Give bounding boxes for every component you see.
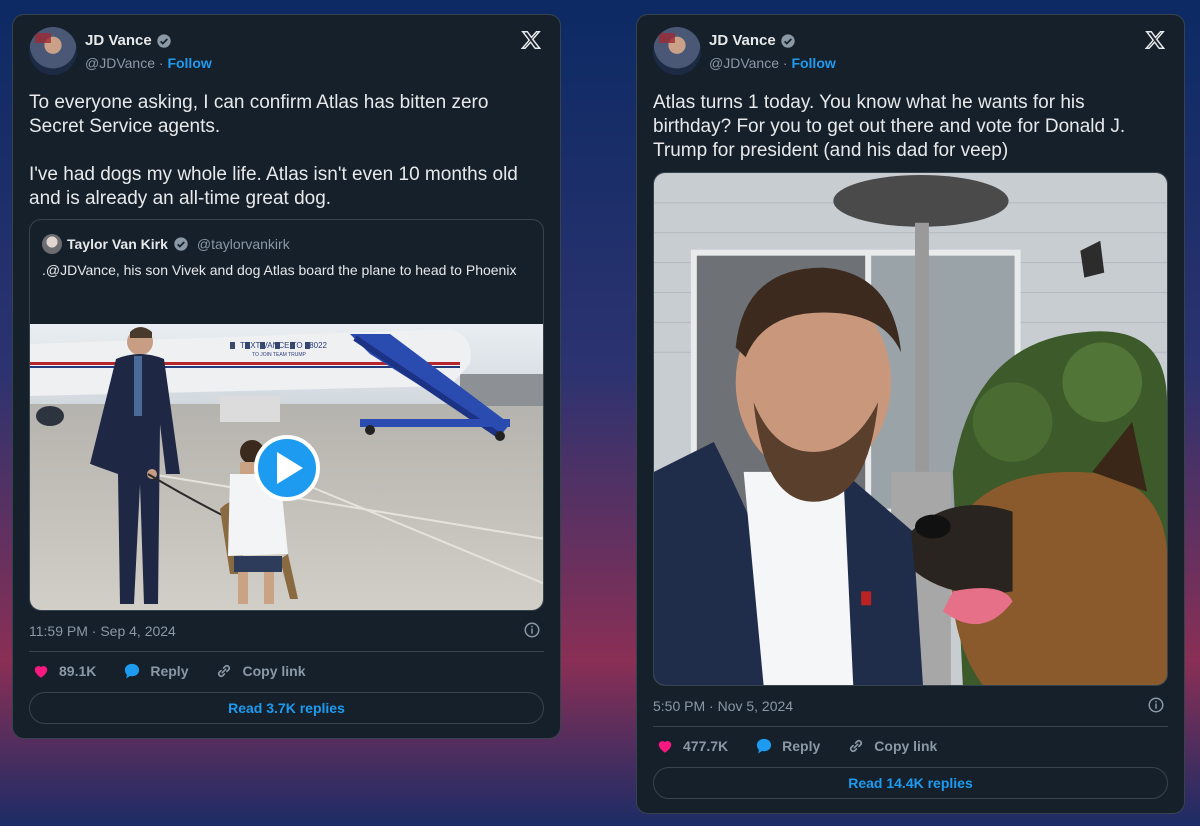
video-thumbnail[interactable]: TEXT VANCE TO 88022 TO JOIN TEAM TRUMP — [30, 324, 544, 611]
verified-badge-icon — [174, 237, 188, 251]
author-name[interactable]: JD Vance — [709, 32, 776, 49]
follow-button[interactable]: Follow — [167, 55, 211, 71]
timestamp[interactable]: 5:50 PM · Nov 5, 2024 — [653, 698, 793, 714]
tweet-card: JD Vance @JDVance · Follow Atlas turns 1… — [636, 14, 1185, 814]
reply-label: Reply — [782, 738, 821, 754]
plane-subtext: TO JOIN TEAM TRUMP — [252, 352, 307, 358]
author-name[interactable]: JD Vance — [85, 32, 152, 49]
x-logo-icon[interactable] — [1144, 29, 1166, 51]
info-icon[interactable] — [1147, 696, 1165, 714]
link-icon — [850, 739, 863, 753]
avatar[interactable] — [29, 27, 77, 75]
reply-label: Reply — [150, 663, 189, 679]
like-button[interactable]: 477.7K — [655, 736, 728, 756]
follow-button[interactable]: Follow — [791, 55, 835, 71]
tweet-photo[interactable] — [653, 172, 1168, 686]
tweet-text: To everyone asking, I can confirm Atlas … — [29, 91, 544, 235]
reply-button[interactable]: Reply — [754, 736, 820, 756]
quoted-tweet-text: .@JDVance, his son Vivek and dog Atlas b… — [42, 262, 517, 278]
avatar[interactable] — [653, 27, 701, 75]
like-button[interactable]: 89.1K — [31, 661, 96, 681]
like-count: 477.7K — [683, 738, 729, 754]
copy-link-label: Copy link — [874, 738, 938, 754]
reply-button[interactable]: Reply — [122, 661, 188, 681]
author-handle[interactable]: @JDVance — [85, 55, 155, 71]
heart-icon — [34, 666, 48, 678]
tweet-paragraph-1: To everyone asking, I can confirm Atlas … — [29, 92, 494, 137]
x-logo-icon[interactable] — [520, 29, 542, 51]
copy-link-button[interactable]: Copy link — [846, 736, 937, 756]
quoted-tweet[interactable]: Taylor Van Kirk @taylorvankirk .@JDVance… — [29, 219, 544, 611]
author-handle[interactable]: @JDVance — [709, 55, 779, 71]
like-count: 89.1K — [59, 663, 97, 679]
plane-text: TEXT VANCE TO 88022 — [240, 341, 328, 350]
link-icon — [218, 664, 231, 678]
separator: · — [158, 55, 164, 71]
reply-bubble-icon — [757, 738, 772, 754]
quoted-author-name: Taylor Van Kirk — [67, 236, 168, 252]
tweet-card: JD Vance @JDVance · Follow To everyone a… — [12, 14, 561, 739]
copy-link-button[interactable]: Copy link — [214, 661, 306, 681]
verified-badge-icon — [781, 33, 795, 48]
copy-link-label: Copy link — [242, 663, 306, 679]
quoted-author-handle: @taylorvankirk — [196, 236, 290, 252]
reply-bubble-icon — [125, 663, 140, 679]
separator: · — [782, 55, 788, 71]
read-replies-button[interactable]: Read 3.7K replies — [29, 692, 544, 724]
verified-badge-icon — [157, 33, 171, 48]
play-icon[interactable] — [254, 435, 320, 501]
tweet-paragraph-2: I've had dogs my whole life. Atlas isn't… — [29, 164, 524, 209]
quoted-avatar — [42, 234, 62, 254]
info-icon[interactable] — [523, 621, 541, 639]
tweet-text: Atlas turns 1 today. You know what he wa… — [653, 92, 1126, 161]
timestamp[interactable]: 11:59 PM · Sep 4, 2024 — [29, 623, 176, 639]
read-replies-button[interactable]: Read 14.4K replies — [653, 767, 1168, 799]
heart-icon — [658, 741, 672, 753]
